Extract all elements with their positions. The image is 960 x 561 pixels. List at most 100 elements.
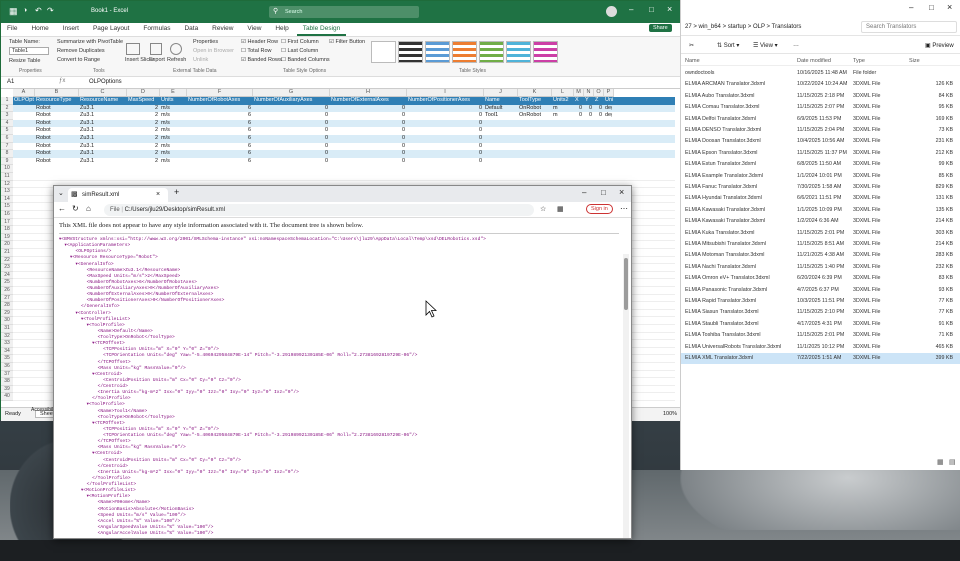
file-row[interactable]: ELMIA Siasun Translator.3dxml 11/15/2025 …	[681, 307, 960, 318]
table-cell[interactable]: 0	[408, 143, 482, 151]
table-cell[interactable]: Zu3.1	[80, 143, 125, 151]
autosave-icon[interactable]: ◑	[23, 7, 27, 14]
excel-search-box[interactable]: ⚲ Search	[269, 6, 419, 18]
row-header[interactable]: 19	[1, 233, 13, 242]
table-cell[interactable]: m/s	[161, 112, 185, 120]
header-row-checkbox[interactable]: ☑ Header Row	[241, 39, 278, 45]
sign-in-button[interactable]: Sign in	[586, 204, 613, 214]
table-header-cell[interactable]: Name	[485, 97, 517, 105]
row-header[interactable]: 23	[1, 264, 13, 272]
table-cell[interactable]: 0	[254, 127, 328, 135]
row-header[interactable]: 38	[1, 378, 13, 386]
column-header[interactable]: F	[187, 89, 253, 97]
name-box[interactable]: A1	[7, 79, 14, 85]
table-cell[interactable]: 0	[331, 150, 405, 158]
table-cell[interactable]: 0	[408, 127, 482, 135]
extensions-icon[interactable]: ▦	[557, 205, 564, 213]
row-header[interactable]: 31	[1, 325, 13, 333]
table-cell[interactable]: 0	[254, 135, 328, 143]
table-cell[interactable]: m/s	[161, 135, 185, 143]
more-icon[interactable]: ⋯	[620, 204, 628, 213]
undo-icon[interactable]: ↶	[35, 6, 42, 15]
table-cell[interactable]: deg	[605, 105, 612, 113]
row-header[interactable]: 40	[1, 393, 13, 401]
close-icon[interactable]: ×	[667, 4, 672, 14]
row-header[interactable]: 36	[1, 363, 13, 371]
file-row[interactable]: ELMIA Kawasaki Translator.3dxml 1/2/2024 …	[681, 216, 960, 227]
table-cell[interactable]: 0	[331, 105, 405, 113]
row-header[interactable]: 29	[1, 309, 13, 318]
reload-icon[interactable]: ↻	[72, 204, 79, 213]
table-cell[interactable]: 0	[408, 120, 482, 128]
column-header[interactable]: J	[484, 89, 518, 97]
tab-file[interactable]: File	[1, 23, 23, 34]
column-header[interactable]: B	[35, 89, 79, 97]
remove-duplicates-button[interactable]: Remove Duplicates	[57, 48, 105, 54]
table-header-cell[interactable]: Units2	[553, 97, 573, 105]
table-cell[interactable]: 0	[408, 158, 482, 166]
row-header[interactable]: 18	[1, 226, 13, 234]
file-row[interactable]: ELMIA XML Translator.3dxml 7/22/2025 1:51…	[681, 353, 960, 365]
minimize-icon[interactable]: –	[582, 188, 586, 197]
file-row[interactable]: ELMIA Delfoi Translator.3dxml 6/9/2025 11…	[681, 114, 960, 125]
browser-tab[interactable]: ▩ simResult.xml ×	[68, 188, 168, 202]
table-cell[interactable]: 2	[128, 135, 158, 143]
avatar[interactable]	[606, 6, 617, 17]
table-header-cell[interactable]: Z	[595, 97, 603, 105]
row-header[interactable]: 11	[1, 173, 13, 181]
table-header-cell[interactable]: Units	[161, 97, 186, 105]
table-cell[interactable]: 0	[408, 105, 482, 113]
row-header[interactable]: 14	[1, 195, 13, 204]
table-cell[interactable]: 0	[254, 120, 328, 128]
row-header[interactable]: 10	[1, 165, 13, 173]
row-header[interactable]: 25	[1, 279, 13, 287]
tab-close-icon[interactable]: ×	[156, 188, 160, 202]
table-style-swatch[interactable]	[425, 41, 450, 63]
table-header-cell[interactable]: Y	[585, 97, 593, 105]
details-view-icon[interactable]: ▦	[937, 458, 944, 466]
table-cell[interactable]: Zu3.1	[80, 135, 125, 143]
table-cell[interactable]: 0	[408, 135, 482, 143]
table-cell[interactable]: 0	[331, 158, 405, 166]
row-header[interactable]: 15	[1, 203, 13, 211]
table-cell[interactable]: OnRobot	[519, 112, 550, 120]
table-cell[interactable]: m	[553, 105, 572, 113]
redo-icon[interactable]: ↷	[47, 6, 54, 15]
table-cell[interactable]: 0	[254, 112, 328, 120]
row-header[interactable]: 2	[1, 104, 13, 113]
table-style-swatch[interactable]	[479, 41, 504, 63]
table-cell[interactable]: 6	[188, 135, 251, 143]
table-cell[interactable]: 6	[188, 120, 251, 128]
table-cell[interactable]: 0	[331, 143, 405, 151]
zoom-level[interactable]: 100%	[663, 411, 677, 417]
tab-table-design[interactable]: Table Design	[296, 23, 347, 36]
breadcrumb-item[interactable]: win_b64	[699, 24, 721, 30]
table-cell[interactable]: m/s	[161, 127, 185, 135]
table-cell[interactable]: deg	[605, 112, 612, 120]
explorer-address-bar[interactable]: 27 > win_b64 > startup > OLP > Translato…	[681, 20, 960, 36]
table-cell[interactable]: Robot	[36, 143, 77, 151]
tab-page-layout[interactable]: Page Layout	[87, 23, 136, 34]
column-header[interactable]: M	[574, 89, 584, 97]
row-header[interactable]: 33	[1, 340, 13, 348]
last-column-checkbox[interactable]: ☐ Last Column	[281, 48, 318, 54]
file-row[interactable]: owndoctools 10/16/2025 11:48 AM File folde…	[681, 68, 960, 79]
table-cell[interactable]: 0	[575, 112, 582, 120]
row-header[interactable]: 3	[1, 112, 13, 120]
file-row[interactable]: ELMIA Motoman Translator.3dxml 11/21/2025…	[681, 250, 960, 261]
open-in-browser-button[interactable]: Open in Browser	[193, 48, 234, 54]
table-cell[interactable]: 2	[128, 158, 158, 166]
table-cell[interactable]: Zu3.1	[80, 158, 125, 166]
minimize-icon[interactable]: –	[909, 3, 913, 12]
table-header-cell[interactable]: NumberOfAuxiliaryAxes	[254, 97, 329, 105]
table-cell[interactable]: 0	[585, 112, 592, 120]
table-style-swatch[interactable]	[533, 41, 558, 63]
table-cell[interactable]: 2	[128, 112, 158, 120]
table-cell[interactable]: OnRobot	[519, 105, 550, 113]
row-header[interactable]: 34	[1, 347, 13, 356]
table-cell[interactable]: 2	[128, 150, 158, 158]
file-row[interactable]: ELMIA DENSO Translator.3dxml 11/15/2025 2…	[681, 125, 960, 136]
file-row[interactable]: ELMIA Hyundai Translator.3dxml 6/6/2021 1…	[681, 193, 960, 204]
file-row[interactable]: ELMIA UniversalRobots Translator.3dxml 11…	[681, 342, 960, 353]
table-cell[interactable]: Tool1	[485, 112, 516, 120]
